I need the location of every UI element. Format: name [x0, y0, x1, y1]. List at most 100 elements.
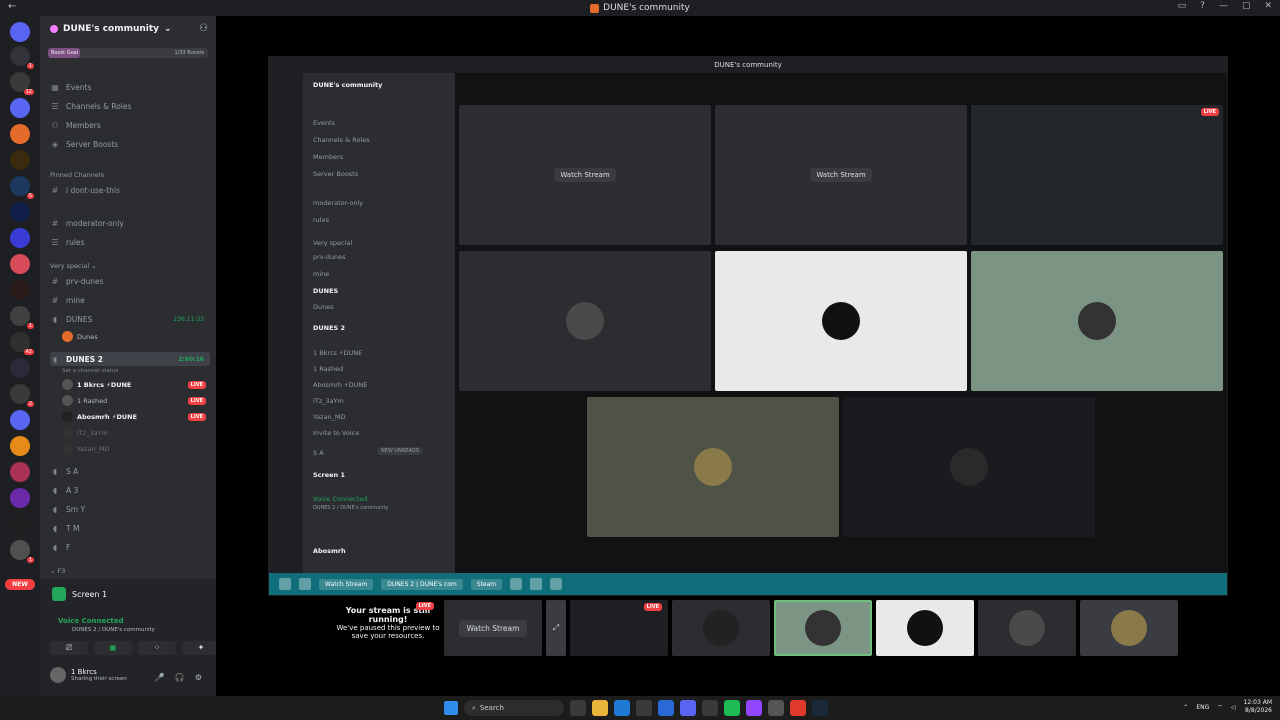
- voice-user[interactable]: 1 Bkrcs ⚡DUNE LIVE: [62, 378, 210, 391]
- screen-share-row[interactable]: Screen 1: [52, 587, 107, 601]
- mic-icon[interactable]: 🎤: [155, 673, 165, 682]
- camera-off-button[interactable]: ⎚: [50, 641, 88, 655]
- server-icon[interactable]: [10, 202, 30, 222]
- set-channel-status[interactable]: Set a channel status: [62, 364, 210, 377]
- server-icon[interactable]: [10, 306, 34, 329]
- voice-user[interactable]: Yazan_MD: [62, 442, 210, 455]
- share-screen-button[interactable]: ▣: [94, 641, 132, 655]
- boost-goal-bar[interactable]: Boost Goal 1/33 Boosts: [48, 48, 208, 58]
- server-icon[interactable]: [10, 384, 34, 407]
- stream-card[interactable]: Watch Stream: [444, 600, 542, 656]
- taskbar-search[interactable]: ⌕ Search: [464, 700, 564, 716]
- task-view-icon[interactable]: [570, 700, 586, 716]
- server-badge-icon: [50, 25, 58, 33]
- new-unreads-pill[interactable]: NEW: [5, 579, 35, 590]
- spotify-icon[interactable]: [724, 700, 740, 716]
- user-info[interactable]: 1 Bkrcs Sharing their screen: [50, 667, 127, 683]
- edge-icon[interactable]: [614, 700, 630, 716]
- windows-start-icon[interactable]: [444, 701, 458, 715]
- obs-icon[interactable]: [702, 700, 718, 716]
- speaker-icon: ◖: [52, 354, 58, 364]
- channel-events[interactable]: ▦ Events: [50, 80, 210, 94]
- network-icon[interactable]: ⌔: [1217, 703, 1223, 711]
- file-explorer-icon[interactable]: [592, 700, 608, 716]
- channel-members[interactable]: ⚇ Members: [50, 118, 210, 132]
- voice-connected-label[interactable]: Voice Connected: [58, 617, 124, 625]
- steam-icon[interactable]: [812, 700, 828, 716]
- channel-channels-roles[interactable]: ☰ Channels & Roles: [50, 99, 210, 113]
- server-icon[interactable]: [10, 228, 30, 248]
- channel-prv-dunes[interactable]: # prv-dunes: [50, 274, 210, 288]
- close-button[interactable]: ✕: [1264, 1, 1272, 11]
- server-icon[interactable]: [10, 72, 34, 95]
- server-icon[interactable]: [10, 176, 34, 199]
- voice-channel-f[interactable]: ◖ F: [50, 540, 210, 554]
- voice-channel-tm[interactable]: ◖ T M: [50, 521, 210, 535]
- server-icon[interactable]: [10, 462, 30, 482]
- pinned-channels-header: Pinned Channels: [50, 171, 105, 179]
- voice-user[interactable]: Abosmrh ⚡DUNE LIVE: [62, 410, 210, 423]
- streamed-screen[interactable]: DUNE's community DUNE's community Events…: [268, 56, 1228, 596]
- volume-icon[interactable]: ◁: [1231, 704, 1236, 711]
- minimize-button[interactable]: —: [1219, 1, 1228, 11]
- server-icon[interactable]: [10, 124, 30, 144]
- headphones-icon[interactable]: 🎧: [175, 673, 185, 682]
- participant-card[interactable]: [876, 600, 974, 656]
- server-icon[interactable]: [10, 332, 34, 355]
- server-icon[interactable]: [10, 540, 34, 563]
- voice-channel-smy[interactable]: ◖ Sm Y: [50, 502, 210, 516]
- participant-card[interactable]: [672, 600, 770, 656]
- server-icon[interactable]: [10, 358, 30, 378]
- chevron-up-icon[interactable]: ⌃: [1183, 704, 1188, 711]
- app-icon[interactable]: [636, 700, 652, 716]
- clock[interactable]: 12:03 AM 8/8/2026: [1244, 699, 1272, 715]
- app-icon[interactable]: [658, 700, 674, 716]
- server-icon[interactable]: [10, 98, 30, 118]
- channel-moderator-only[interactable]: # moderator-only: [50, 216, 210, 230]
- voice-channel-dunes[interactable]: ◖ DUNES 236:11:33: [50, 312, 210, 326]
- server-header[interactable]: DUNE's community ⌄ ⚇: [40, 16, 216, 42]
- discord-home-icon[interactable]: [10, 22, 30, 42]
- voice-channel-a3[interactable]: ◖ A 3: [50, 483, 210, 497]
- channel-dont-use-this[interactable]: # i dont-use-this: [50, 183, 210, 197]
- server-icon[interactable]: [10, 410, 30, 430]
- server-icon[interactable]: [10, 280, 30, 300]
- category-f3[interactable]: ⌄ F3: [50, 567, 65, 575]
- back-arrow-icon[interactable]: ←: [8, 1, 16, 12]
- category-very-special[interactable]: Very special ⌄: [50, 262, 97, 270]
- voice-user[interactable]: iTz_3aYm: [62, 426, 210, 439]
- participant-card[interactable]: [978, 600, 1076, 656]
- popout-icon[interactable]: ⤢: [546, 600, 566, 656]
- settings-icon[interactable]: ⚙: [195, 673, 202, 682]
- server-icon[interactable]: [10, 488, 30, 508]
- inbox-icon[interactable]: ▭: [1178, 1, 1187, 11]
- language-indicator[interactable]: ENG: [1196, 704, 1209, 711]
- server-icon[interactable]: [10, 436, 30, 456]
- voice-user[interactable]: Dunes: [62, 330, 210, 343]
- channel-mine[interactable]: # mine: [50, 293, 210, 307]
- activities-button[interactable]: ⁘: [138, 641, 176, 655]
- add-member-icon[interactable]: ⚇: [199, 23, 208, 34]
- voice-channel-path[interactable]: DUNES 2 / DUNE's community: [72, 627, 155, 633]
- participant-card[interactable]: [1080, 600, 1178, 656]
- server-icon[interactable]: [10, 150, 30, 170]
- help-icon[interactable]: ?: [1200, 1, 1205, 11]
- soundboard-button[interactable]: ✦: [182, 641, 220, 655]
- voice-channel-sa[interactable]: ◖ S A: [50, 464, 210, 478]
- app-icon[interactable]: [746, 700, 762, 716]
- server-icon[interactable]: [10, 514, 30, 534]
- app-icon[interactable]: [768, 700, 784, 716]
- watch-stream-button[interactable]: Watch Stream: [458, 619, 528, 637]
- voice-user[interactable]: 1 Rashed LIVE: [62, 394, 210, 407]
- participant-card[interactable]: [774, 600, 872, 656]
- voice-action-buttons: ⎚ ▣ ⁘ ✦: [50, 641, 220, 655]
- server-icon[interactable]: [10, 46, 34, 69]
- channel-server-boosts[interactable]: ◈ Server Boosts: [50, 137, 210, 151]
- channel-rules[interactable]: ☰ rules: [50, 235, 210, 249]
- maximize-button[interactable]: ▢: [1242, 1, 1251, 11]
- stream-card-live[interactable]: LIVE: [570, 600, 668, 656]
- brave-icon[interactable]: [790, 700, 806, 716]
- avatar: [62, 443, 73, 454]
- server-icon[interactable]: [10, 254, 30, 274]
- discord-icon[interactable]: [680, 700, 696, 716]
